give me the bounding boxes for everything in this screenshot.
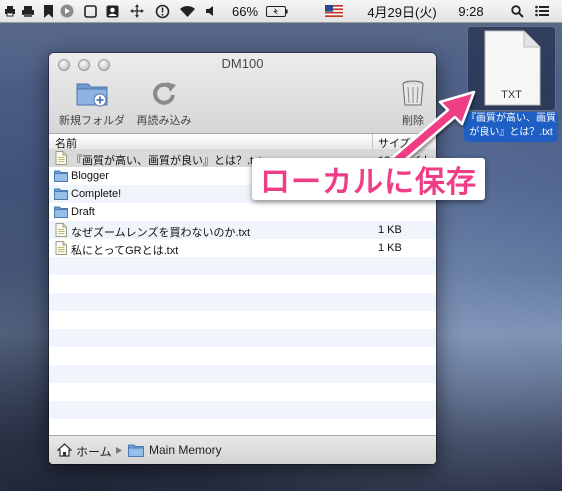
annotation-arrow (370, 90, 476, 184)
annotation-text: ローカルに保存 (260, 166, 477, 199)
annotation-label: ローカルに保存 (252, 158, 485, 200)
